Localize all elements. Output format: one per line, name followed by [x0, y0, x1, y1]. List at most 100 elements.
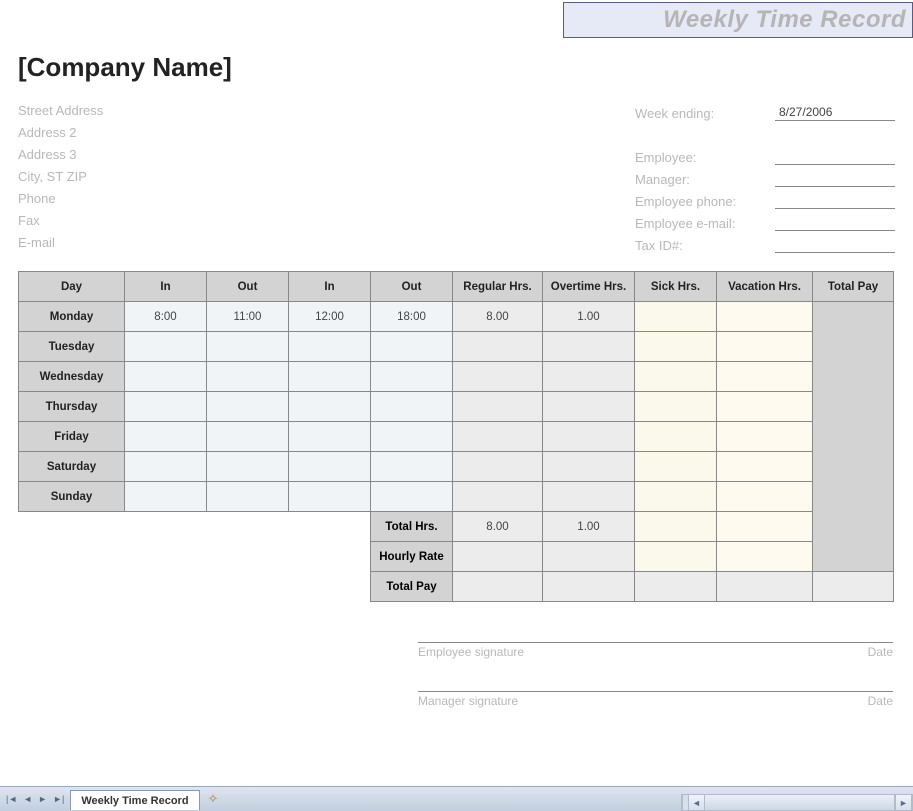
total-pay-label: Total Pay	[371, 572, 453, 602]
cell-in2[interactable]	[289, 392, 371, 422]
grand-total	[813, 572, 894, 602]
cell-out2[interactable]: 18:00	[371, 302, 453, 332]
cell-overtime[interactable]: 1.00	[543, 302, 635, 332]
week-ending-value[interactable]: 8/27/2006	[775, 105, 895, 121]
cell-vacation[interactable]	[717, 362, 813, 392]
rate-sick[interactable]	[635, 542, 717, 572]
cell-in2[interactable]	[289, 332, 371, 362]
cell-regular[interactable]	[453, 362, 543, 392]
employee-phone-value[interactable]	[775, 193, 895, 209]
cell-sick[interactable]	[635, 392, 717, 422]
scroll-thumb[interactable]	[705, 795, 895, 810]
employee-email-value[interactable]	[775, 215, 895, 231]
cell-vacation[interactable]	[717, 302, 813, 332]
cell-regular[interactable]	[453, 332, 543, 362]
cell-in2[interactable]	[289, 482, 371, 512]
cell-in1[interactable]	[125, 482, 207, 512]
header-overtime: Overtime Hrs.	[543, 272, 635, 302]
manager-value[interactable]	[775, 171, 895, 187]
cell-out2[interactable]	[371, 422, 453, 452]
cell-out2[interactable]	[371, 332, 453, 362]
cell-overtime[interactable]	[543, 332, 635, 362]
cell-vacation[interactable]	[717, 482, 813, 512]
cell-out1[interactable]	[207, 482, 289, 512]
manager-signature-line: Manager signature Date	[418, 691, 893, 708]
header-sick: Sick Hrs.	[635, 272, 717, 302]
cell-sick[interactable]	[635, 482, 717, 512]
header-row: Day In Out In Out Regular Hrs. Overtime …	[19, 272, 894, 302]
cell-vacation[interactable]	[717, 452, 813, 482]
cell-vacation[interactable]	[717, 332, 813, 362]
cell-in1[interactable]	[125, 452, 207, 482]
cell-out2[interactable]	[371, 482, 453, 512]
document-title-box: Weekly Time Record	[563, 2, 913, 38]
rate-regular[interactable]	[453, 542, 543, 572]
cell-in2[interactable]	[289, 452, 371, 482]
cell-regular[interactable]	[453, 482, 543, 512]
cell-regular[interactable]	[453, 392, 543, 422]
header-in1: In	[125, 272, 207, 302]
sheet-tab-bar: |◄ ◄ ► ►| Weekly Time Record ✧ ◄ ►	[0, 786, 913, 811]
cell-out1[interactable]	[207, 422, 289, 452]
cell-out1[interactable]	[207, 392, 289, 422]
cell-out2[interactable]	[371, 392, 453, 422]
cell-out2[interactable]	[371, 362, 453, 392]
cell-regular[interactable]: 8.00	[453, 302, 543, 332]
cell-out2[interactable]	[371, 452, 453, 482]
sheet-tab-active[interactable]: Weekly Time Record	[70, 790, 199, 810]
header-totalpay: Total Pay	[813, 272, 894, 302]
cell-regular[interactable]	[453, 422, 543, 452]
cell-in2[interactable]	[289, 422, 371, 452]
cell-out1[interactable]: 11:00	[207, 302, 289, 332]
first-sheet-button[interactable]: |◄	[4, 794, 19, 804]
cell-out1[interactable]	[207, 362, 289, 392]
total-regular: 8.00	[453, 512, 543, 542]
cell-in1[interactable]	[125, 332, 207, 362]
rate-overtime[interactable]	[543, 542, 635, 572]
cell-out1[interactable]	[207, 452, 289, 482]
total-hrs-row: Total Hrs. 8.00 1.00	[19, 512, 894, 542]
cell-sick[interactable]	[635, 422, 717, 452]
cell-in2[interactable]	[289, 362, 371, 392]
table-row: Friday	[19, 422, 894, 452]
cell-overtime[interactable]	[543, 482, 635, 512]
cell-overtime[interactable]	[543, 422, 635, 452]
tax-id-value[interactable]	[775, 237, 895, 253]
last-sheet-button[interactable]: ►|	[51, 794, 66, 804]
cell-in1[interactable]	[125, 422, 207, 452]
next-sheet-button[interactable]: ►	[36, 794, 49, 804]
cell-sick[interactable]	[635, 332, 717, 362]
cell-overtime[interactable]	[543, 392, 635, 422]
address2: Address 2	[18, 125, 77, 143]
employee-value[interactable]	[775, 149, 895, 165]
rate-vacation[interactable]	[717, 542, 813, 572]
new-sheet-button[interactable]: ✧	[200, 787, 227, 811]
horizontal-scrollbar[interactable]: ◄ ►	[681, 794, 913, 811]
cell-vacation[interactable]	[717, 392, 813, 422]
cell-vacation[interactable]	[717, 422, 813, 452]
cell-in2[interactable]: 12:00	[289, 302, 371, 332]
cell-overtime[interactable]	[543, 452, 635, 482]
cell-sick[interactable]	[635, 362, 717, 392]
pay-overtime	[543, 572, 635, 602]
cell-sick[interactable]	[635, 302, 717, 332]
scroll-right-button[interactable]: ►	[895, 795, 912, 810]
cell-overtime[interactable]	[543, 362, 635, 392]
fax: Fax	[18, 213, 40, 231]
prev-sheet-button[interactable]: ◄	[21, 794, 34, 804]
cell-regular[interactable]	[453, 452, 543, 482]
company-name: [Company Name]	[18, 52, 895, 83]
scroll-left-button[interactable]: ◄	[688, 795, 705, 810]
cell-in1[interactable]	[125, 392, 207, 422]
day-name: Monday	[19, 302, 125, 332]
cell-in1[interactable]: 8:00	[125, 302, 207, 332]
day-name: Wednesday	[19, 362, 125, 392]
cell-sick[interactable]	[635, 452, 717, 482]
totalpay-column	[813, 302, 894, 512]
cell-out1[interactable]	[207, 332, 289, 362]
total-vacation	[717, 512, 813, 542]
city-st-zip: City, ST ZIP	[18, 169, 87, 187]
table-row: Sunday	[19, 482, 894, 512]
hourly-rate-row: Hourly Rate	[19, 542, 894, 572]
cell-in1[interactable]	[125, 362, 207, 392]
